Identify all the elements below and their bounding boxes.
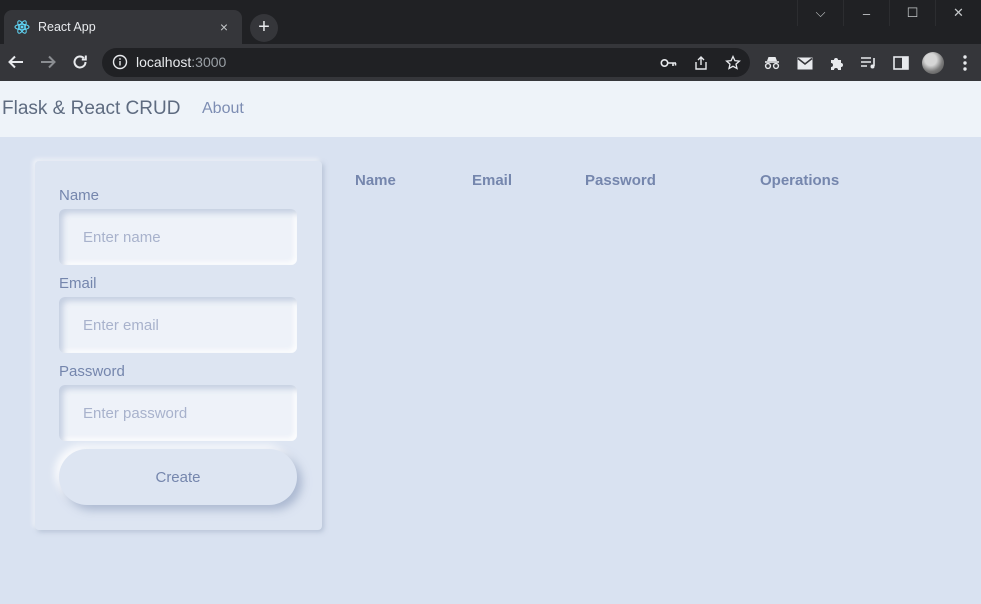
new-tab-button[interactable]: + xyxy=(250,14,278,42)
tab-title: React App xyxy=(38,20,96,34)
close-tab-icon[interactable]: × xyxy=(216,19,232,35)
side-panel-icon[interactable] xyxy=(891,53,911,73)
name-label: Name xyxy=(59,187,100,204)
site-info-icon[interactable] xyxy=(112,54,128,70)
mail-icon[interactable] xyxy=(795,53,815,73)
url-host: localhost xyxy=(136,54,192,70)
window-controls: ⌵ – ☐ ✕ xyxy=(797,0,981,26)
email-label: Email xyxy=(59,275,97,292)
column-header-email: Email xyxy=(472,172,513,189)
maximize-icon[interactable]: ☐ xyxy=(889,0,935,26)
bookmark-star-icon[interactable] xyxy=(724,54,742,72)
forward-arrow-icon[interactable] xyxy=(36,50,60,74)
column-header-password: Password xyxy=(585,172,656,189)
profile-avatar[interactable] xyxy=(922,52,944,74)
browser-tab[interactable]: React App × xyxy=(4,10,242,44)
media-queue-icon[interactable] xyxy=(859,53,879,73)
browser-toolbar: localhost:3000 xyxy=(0,44,981,81)
column-header-name: Name xyxy=(355,172,396,189)
minimize-icon[interactable]: – xyxy=(843,0,889,26)
key-icon[interactable] xyxy=(660,54,678,72)
name-input[interactable] xyxy=(59,209,297,265)
reload-icon[interactable] xyxy=(68,50,92,74)
url-text[interactable]: localhost:3000 xyxy=(136,54,226,70)
back-arrow-icon[interactable] xyxy=(4,50,28,74)
url-port: :3000 xyxy=(191,54,227,70)
create-button[interactable]: Create xyxy=(59,449,297,505)
react-icon xyxy=(14,19,30,35)
browser-titlebar: React App × + ⌵ – ☐ ✕ xyxy=(0,0,981,44)
share-icon[interactable] xyxy=(692,54,710,72)
app-navbar: Flask & React CRUD About xyxy=(0,81,981,137)
nav-link-about[interactable]: About xyxy=(202,100,244,118)
more-menu-icon[interactable] xyxy=(955,53,975,73)
close-window-icon[interactable]: ✕ xyxy=(935,0,981,26)
tab-search-icon[interactable]: ⌵ xyxy=(797,0,843,26)
address-bar[interactable]: localhost:3000 xyxy=(102,48,750,77)
incognito-extension-icon[interactable] xyxy=(762,53,782,73)
password-label: Password xyxy=(59,363,125,380)
email-input[interactable] xyxy=(59,297,297,353)
brand-link[interactable]: Flask & React CRUD xyxy=(2,98,180,120)
column-header-operations: Operations xyxy=(760,172,840,189)
create-user-form: Name Email Password Create xyxy=(35,161,322,530)
password-input[interactable] xyxy=(59,385,297,441)
extensions-puzzle-icon[interactable] xyxy=(827,53,847,73)
